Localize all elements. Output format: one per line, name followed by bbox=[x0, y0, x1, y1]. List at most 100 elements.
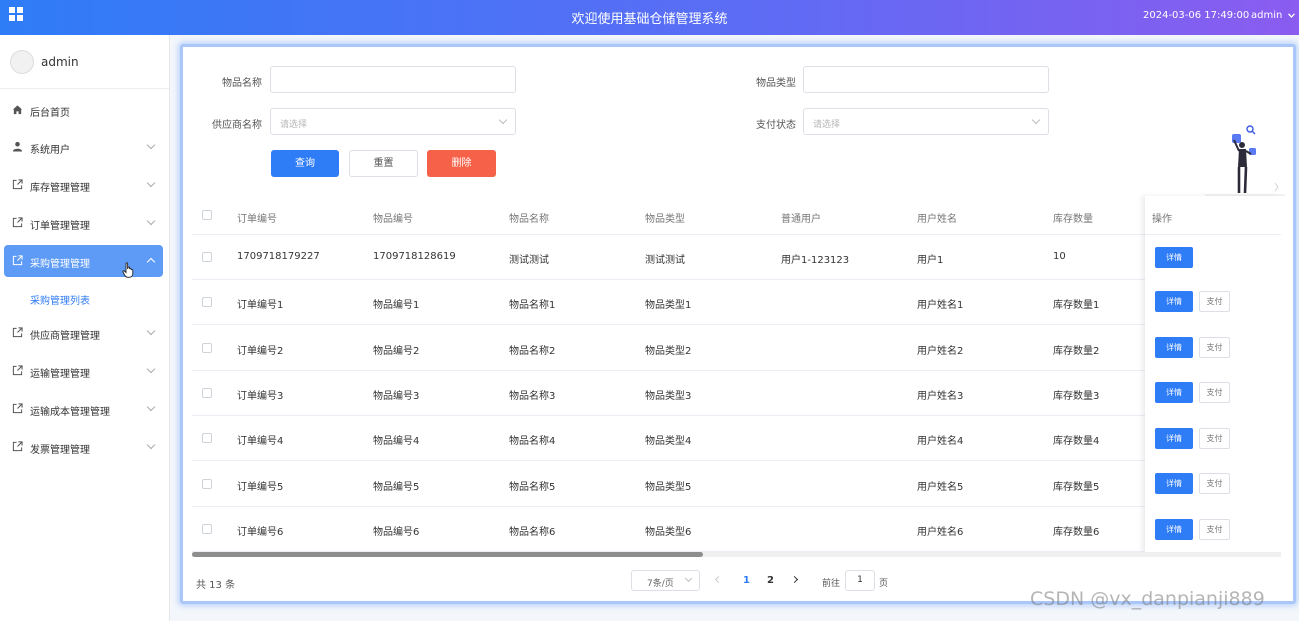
cell-order-no: 订单编号1 bbox=[237, 300, 284, 311]
cell-item-no: 物品编号3 bbox=[373, 391, 420, 402]
query-button[interactable]: 查询 bbox=[271, 150, 339, 177]
detail-button[interactable]: 详情 bbox=[1155, 382, 1193, 403]
sidebar-item-label: 系统用户 bbox=[30, 145, 70, 156]
sidebar-item-invoices[interactable]: 发票管理管理 bbox=[4, 431, 163, 463]
detail-button[interactable]: 详情 bbox=[1155, 291, 1193, 312]
chevron-down-icon bbox=[146, 440, 156, 450]
cell-order-no: 订单编号6 bbox=[237, 527, 284, 538]
sidebar-item-transport[interactable]: 运输管理管理 bbox=[4, 355, 163, 387]
sidebar-item-transport-cost[interactable]: 运输成本管理管理 bbox=[4, 393, 163, 425]
chevron-down-icon bbox=[146, 140, 156, 150]
page-2[interactable]: 2 bbox=[767, 575, 774, 586]
pay-button[interactable]: 支付 bbox=[1199, 428, 1230, 449]
page-1[interactable]: 1 bbox=[743, 575, 750, 586]
detail-button[interactable]: 详情 bbox=[1155, 519, 1193, 540]
scrollbar-thumb[interactable] bbox=[192, 552, 703, 557]
select-all-checkbox[interactable] bbox=[202, 210, 212, 220]
cell-item-type: 物品类型1 bbox=[645, 300, 692, 311]
cell-item-type: 物品类型5 bbox=[645, 482, 692, 493]
item-type-label: 物品类型 bbox=[756, 78, 796, 89]
cell-stock-qty: 库存数量4 bbox=[1053, 436, 1100, 447]
item-type-input[interactable] bbox=[803, 66, 1049, 93]
chevron-down-icon bbox=[498, 115, 508, 125]
detail-button[interactable]: 详情 bbox=[1155, 473, 1193, 494]
row-checkbox[interactable] bbox=[202, 479, 212, 489]
page-size-value: 7条/页 bbox=[647, 579, 674, 589]
table-row: 订单编号2 物品编号2 物品名称2 物品类型2 用户姓名2 库存数量2 bbox=[192, 326, 1281, 371]
col-header-user: 普通用户 bbox=[781, 214, 821, 225]
sidebar-item-system-users[interactable]: 系统用户 bbox=[4, 131, 163, 163]
sidebar-item-home[interactable]: 后台首页 bbox=[4, 94, 163, 126]
delete-button[interactable]: 删除 bbox=[427, 150, 496, 177]
cell-item-no: 物品编号5 bbox=[373, 482, 420, 493]
goto-page-input[interactable]: 1 bbox=[845, 570, 875, 591]
cell-item-name: 物品名称1 bbox=[509, 300, 556, 311]
profile-name: admin bbox=[41, 55, 79, 69]
col-header-user-name: 用户姓名 bbox=[917, 214, 957, 225]
table-row: 订单编号3 物品编号3 物品名称3 物品类型3 用户姓名3 库存数量3 bbox=[192, 371, 1281, 416]
cell-item-no: 物品编号4 bbox=[373, 436, 420, 447]
cell-order-no: 订单编号3 bbox=[237, 391, 284, 402]
detail-button[interactable]: 详情 bbox=[1155, 337, 1193, 358]
cell-user: 用户1-123123 bbox=[781, 255, 850, 266]
row-checkbox[interactable] bbox=[202, 388, 212, 398]
pay-button[interactable]: 支付 bbox=[1199, 382, 1230, 403]
pay-status-select[interactable]: 请选择 bbox=[803, 108, 1049, 135]
supplier-label: 供应商名称 bbox=[212, 120, 262, 131]
table-row: 订单编号6 物品编号6 物品名称6 物品类型6 用户姓名6 库存数量6 bbox=[192, 507, 1281, 552]
watermark: CSDN @vx_danpianji889 bbox=[1030, 588, 1265, 610]
submenu-purchase-list[interactable]: 采购管理列表 bbox=[30, 292, 90, 307]
person-illustration bbox=[1205, 125, 1285, 196]
page-size-select[interactable]: 7条/页 bbox=[631, 570, 700, 591]
pay-button[interactable]: 支付 bbox=[1199, 337, 1230, 358]
row-checkbox[interactable] bbox=[202, 343, 212, 353]
sidebar-item-purchase[interactable]: 采购管理管理 bbox=[4, 245, 163, 278]
pay-button[interactable]: 支付 bbox=[1199, 291, 1230, 312]
home-icon bbox=[12, 105, 23, 115]
cell-user-name: 用户1 bbox=[917, 255, 944, 266]
page-suffix: 页 bbox=[879, 579, 889, 589]
pay-status-label: 支付状态 bbox=[756, 120, 796, 131]
sidebar-item-label: 库存管理管理 bbox=[30, 183, 90, 194]
sidebar-item-label: 采购管理管理 bbox=[30, 259, 90, 270]
table-row: 订单编号4 物品编号4 物品名称4 物品类型4 用户姓名4 库存数量4 bbox=[192, 416, 1281, 461]
cell-stock-qty: 库存数量2 bbox=[1053, 346, 1100, 357]
cell-item-type: 物品类型3 bbox=[645, 391, 692, 402]
cell-item-type: 物品类型4 bbox=[645, 436, 692, 447]
sidebar-item-inventory[interactable]: 库存管理管理 bbox=[4, 169, 163, 201]
user-name: admin bbox=[1251, 10, 1283, 21]
col-header-actions: 操作 bbox=[1152, 214, 1172, 225]
pay-button[interactable]: 支付 bbox=[1199, 519, 1230, 540]
row-checkbox[interactable] bbox=[202, 524, 212, 534]
sidebar-item-orders[interactable]: 订单管理管理 bbox=[4, 207, 163, 239]
cell-item-type: 物品类型2 bbox=[645, 346, 692, 357]
top-header: 欢迎使用基础仓储管理系统 2024-03-06 17:49:00 admin bbox=[0, 0, 1299, 35]
row-checkbox[interactable] bbox=[202, 433, 212, 443]
chevron-down-icon bbox=[1287, 13, 1295, 18]
row-checkbox[interactable] bbox=[202, 252, 212, 262]
pay-button[interactable]: 支付 bbox=[1199, 473, 1230, 494]
cell-item-name: 物品名称3 bbox=[509, 391, 556, 402]
sidebar-item-label: 运输成本管理管理 bbox=[30, 407, 110, 418]
item-name-label: 物品名称 bbox=[222, 78, 262, 89]
cell-user-name: 用户姓名5 bbox=[917, 482, 964, 493]
user-icon bbox=[12, 141, 23, 152]
detail-button[interactable]: 详情 bbox=[1155, 247, 1193, 268]
reset-button[interactable]: 重置 bbox=[349, 150, 418, 177]
row-checkbox[interactable] bbox=[202, 297, 212, 307]
cell-item-no: 物品编号6 bbox=[373, 527, 420, 538]
hand-cursor-icon bbox=[122, 262, 134, 278]
chevron-up-icon bbox=[146, 257, 156, 267]
table-row: 1709718179227 1709718128619 测试测试 测试测试 用户… bbox=[192, 235, 1281, 280]
external-link-icon bbox=[12, 255, 23, 266]
item-name-input[interactable] bbox=[270, 66, 516, 93]
col-header-item-no: 物品编号 bbox=[373, 214, 413, 225]
supplier-select[interactable]: 请选择 bbox=[270, 108, 516, 135]
user-dropdown[interactable]: admin bbox=[1251, 10, 1295, 21]
cell-item-type: 物品类型6 bbox=[645, 527, 692, 538]
detail-button[interactable]: 详情 bbox=[1155, 428, 1193, 449]
goto-label: 前往 bbox=[822, 579, 841, 589]
action-column: 操作 详情 详情 支付 详情 支付 详情 支付 详情 支付 详情 支付 详情 支… bbox=[1145, 196, 1281, 553]
cell-item-name: 物品名称2 bbox=[509, 346, 556, 357]
sidebar-item-suppliers[interactable]: 供应商管理管理 bbox=[4, 317, 163, 349]
